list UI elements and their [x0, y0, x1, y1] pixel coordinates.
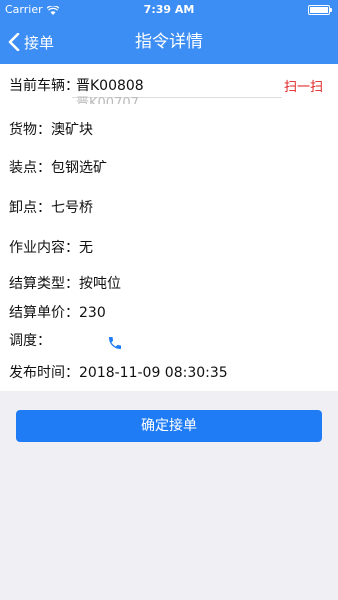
vehicle-label: 当前车辆： — [9, 78, 79, 94]
detail-label: 卸点： — [9, 200, 51, 216]
status-time: 7:39 AM — [143, 3, 195, 16]
publish-time-row: 发布时间： 2018-11-09 08:30:35 — [9, 364, 228, 382]
work-content-row: 作业内容： 无 — [9, 239, 93, 257]
detail-value: 七号桥 — [51, 200, 93, 216]
detail-label: 装点： — [9, 160, 51, 176]
page-title: 指令详情 — [135, 32, 203, 52]
vehicle-input[interactable] — [72, 74, 282, 96]
detail-label: 作业内容： — [9, 240, 79, 256]
app-header: Carrier 7:39 AM 接单 指令详情 — [0, 0, 338, 64]
phone-icon[interactable] — [107, 335, 123, 351]
confirm-order-button[interactable]: 确定接单 — [16, 410, 322, 442]
detail-value: 230 — [79, 305, 106, 321]
detail-label: 货物： — [9, 122, 51, 138]
battery-icon — [308, 5, 332, 15]
detail-value: 无 — [79, 240, 93, 256]
vehicle-picker-next: 晋K00707 — [76, 96, 139, 104]
detail-value: 按吨位 — [79, 276, 121, 292]
settlement-type-row: 结算类型： 按吨位 — [9, 275, 121, 293]
detail-label: 结算类型： — [9, 276, 79, 292]
detail-value: 澳矿块 — [51, 122, 93, 138]
unloading-point-row: 卸点： 七号桥 — [9, 199, 93, 217]
status-bar: Carrier 7:39 AM — [0, 0, 338, 20]
vehicle-row: 当前车辆： — [9, 77, 79, 95]
detail-value: 2018-11-09 08:30:35 — [79, 365, 228, 381]
scan-button[interactable]: 扫一扫 — [284, 76, 323, 95]
cargo-row: 货物： 澳矿块 — [9, 121, 93, 139]
dispatcher-row: 调度： — [9, 332, 51, 350]
nav-bar: 接单 指令详情 — [0, 20, 338, 64]
unit-price-row: 结算单价： 230 — [9, 304, 106, 322]
detail-value: 包钢选矿 — [51, 160, 107, 176]
detail-label: 发布时间： — [9, 365, 79, 381]
detail-label: 调度： — [9, 333, 51, 349]
loading-point-row: 装点： 包钢选矿 — [9, 159, 107, 177]
detail-label: 结算单价： — [9, 305, 79, 321]
order-details: 当前车辆： 晋K00707 扫一扫 货物： 澳矿块 装点： 包钢选矿 卸点： 七… — [0, 64, 338, 391]
